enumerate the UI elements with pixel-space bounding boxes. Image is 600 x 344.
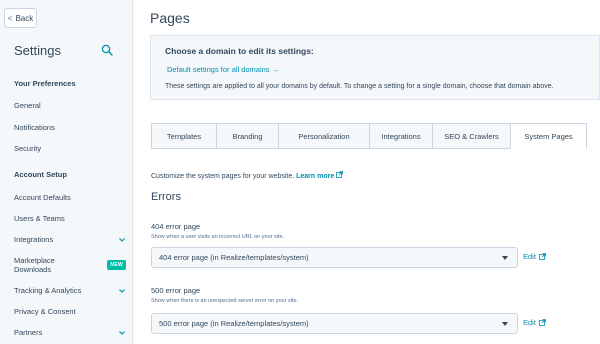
sidebar-item-label: Tracking & Analytics xyxy=(14,286,82,295)
sidebar-item-marketplace-downloads[interactable]: Marketplace Downloads NEW xyxy=(14,256,126,274)
section-heading-your-preferences: Your Preferences xyxy=(14,79,76,88)
sidebar-item-label: Account Defaults xyxy=(14,193,71,202)
external-link-icon xyxy=(336,171,344,178)
field-label-404: 404 error page xyxy=(151,222,201,231)
sidebar-item-account-defaults[interactable]: Account Defaults xyxy=(14,193,126,202)
sidebar-item-security[interactable]: Security xyxy=(14,144,126,153)
domain-selector-panel: Choose a domain to edit its settings: De… xyxy=(150,35,600,100)
sidebar-item-label: Security xyxy=(14,144,42,153)
edit-label: Edit xyxy=(523,318,536,327)
learn-more-label: Learn more xyxy=(296,173,335,180)
settings-sidebar: < Back Settings Your Preferences General… xyxy=(0,0,133,344)
edit-500-link[interactable]: Edit xyxy=(523,318,546,327)
tab-seo-crawlers[interactable]: SEO & Crawlers xyxy=(432,123,510,149)
sidebar-item-label: Privacy & Consent xyxy=(14,307,76,316)
sidebar-item-label: Marketplace Downloads xyxy=(14,256,55,274)
tab-system-pages[interactable]: System Pages xyxy=(510,123,587,149)
sidebar-item-tracking-analytics[interactable]: Tracking & Analytics xyxy=(14,286,126,295)
back-label: Back xyxy=(15,13,34,23)
select-value: 500 error page (in Realize/templates/sys… xyxy=(159,319,309,328)
settings-tabs: Templates Branding Personalization Integ… xyxy=(151,123,587,149)
sidebar-item-label: Users & Teams xyxy=(14,214,65,223)
edit-label: Edit xyxy=(523,252,536,261)
sidebar-item-notifications[interactable]: Notifications xyxy=(14,123,126,132)
tab-integrations[interactable]: Integrations xyxy=(369,123,432,149)
field-help-500: Show when there is an unexpected server … xyxy=(151,298,299,304)
sidebar-item-label: General xyxy=(14,101,41,110)
field-label-500: 500 error page xyxy=(151,286,201,295)
new-badge: NEW xyxy=(107,260,126,270)
back-button[interactable]: < Back xyxy=(4,8,37,28)
section-title-errors: Errors xyxy=(151,191,181,203)
external-link-icon xyxy=(539,319,546,326)
sidebar-item-label: Partners xyxy=(14,328,43,337)
tab-branding[interactable]: Branding xyxy=(216,123,278,149)
sidebar-item-label: Integrations xyxy=(14,235,54,244)
sidebar-item-partners[interactable]: Partners xyxy=(14,328,126,337)
sidebar-item-privacy-consent[interactable]: Privacy & Consent xyxy=(14,307,126,316)
sidebar-item-general[interactable]: General xyxy=(14,101,126,110)
search-icon[interactable] xyxy=(101,44,113,56)
main-content: Pages Choose a domain to edit its settin… xyxy=(134,0,600,344)
domain-panel-description: These settings are applied to all your d… xyxy=(165,83,554,90)
external-link-icon xyxy=(539,253,546,260)
page-title: Pages xyxy=(150,10,190,26)
select-value: 404 error page (in Realize/templates/sys… xyxy=(159,253,309,262)
domain-dropdown-link[interactable]: Default settings for all domains → xyxy=(167,65,279,74)
sidebar-item-label: Notifications xyxy=(14,123,55,132)
caret-down-icon xyxy=(502,322,508,326)
intro-text: Customize the system pages for your webs… xyxy=(151,171,344,180)
chevron-left-icon: < xyxy=(7,13,13,23)
sidebar-item-users-teams[interactable]: Users & Teams xyxy=(14,214,126,223)
domain-panel-title: Choose a domain to edit its settings: xyxy=(165,46,314,56)
chevron-down-icon xyxy=(119,330,125,335)
tab-templates[interactable]: Templates xyxy=(151,123,216,149)
field-help-404: Show when a user visits an incorrect URL… xyxy=(151,234,285,240)
500-page-select[interactable]: 500 error page (in Realize/templates/sys… xyxy=(151,313,518,334)
intro-description: Customize the system pages for your webs… xyxy=(151,173,295,180)
learn-more-link[interactable]: Learn more xyxy=(296,171,344,180)
edit-404-link[interactable]: Edit xyxy=(523,252,546,261)
chevron-down-icon xyxy=(119,237,125,242)
caret-down-icon xyxy=(502,256,508,260)
sidebar-title: Settings xyxy=(14,43,61,58)
404-page-select[interactable]: 404 error page (in Realize/templates/sys… xyxy=(151,247,518,268)
section-heading-account-setup: Account Setup xyxy=(14,170,67,179)
sidebar-item-integrations[interactable]: Integrations xyxy=(14,235,126,244)
tab-personalization[interactable]: Personalization xyxy=(278,123,369,149)
chevron-down-icon xyxy=(119,288,125,293)
